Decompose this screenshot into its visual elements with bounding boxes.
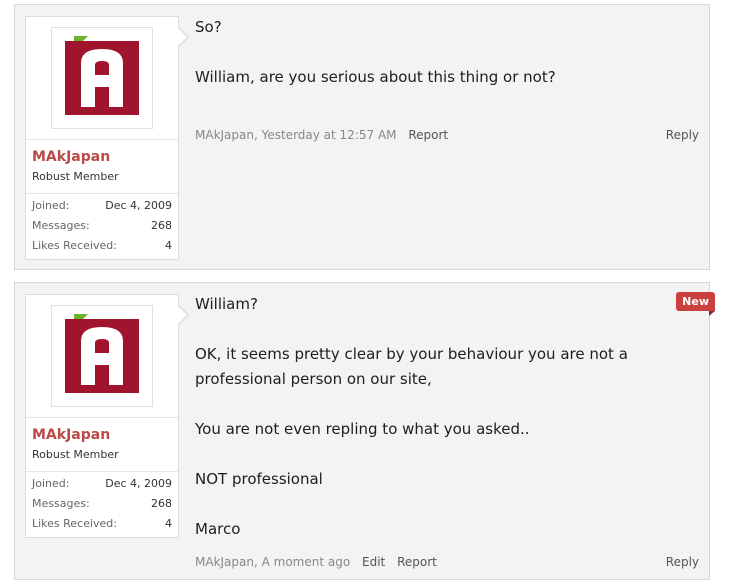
message-line: You are not even repling to what you ask… [195, 420, 530, 438]
stat-likes: Likes Received: 4 [32, 239, 172, 252]
message-body: William? OK, it seems pretty clear by yo… [195, 292, 699, 542]
message-line: professional person on our site, [195, 370, 432, 388]
user-info-card: MAkJapan Robust Member Joined: Dec 4, 200… [25, 16, 189, 260]
user-info-card: MAkJapan Robust Member Joined: Dec 4, 200… [25, 294, 189, 538]
username[interactable]: MAkJapan [32, 427, 110, 443]
avatar[interactable] [51, 305, 153, 407]
message-post: MAkJapan Robust Member Joined: Dec 4, 200… [14, 4, 710, 270]
edit-link[interactable]: Edit [362, 555, 385, 569]
message-line: NOT professional [195, 470, 323, 488]
message-meta: MAkJapan, A moment ago Edit Report [195, 555, 445, 569]
report-link[interactable]: Report [408, 128, 448, 142]
message-meta: MAkJapan, Yesterday at 12:57 AM Report [195, 128, 456, 142]
avatar[interactable] [51, 27, 153, 129]
stat-messages: Messages: 268 [32, 219, 172, 232]
user-title: Robust Member [32, 170, 119, 183]
reply-link[interactable]: Reply [666, 128, 699, 142]
author-date[interactable]: MAkJapan, A moment ago [195, 555, 350, 569]
stat-joined: Joined: Dec 4, 2009 [32, 199, 172, 212]
message-line: So? [195, 18, 222, 36]
author-date[interactable]: MAkJapan, Yesterday at 12:57 AM [195, 128, 397, 142]
username[interactable]: MAkJapan [32, 149, 110, 165]
message-line: William? [195, 295, 258, 313]
reply-link[interactable]: Reply [666, 555, 699, 569]
letter-a-avatar-icon [65, 319, 139, 393]
stat-joined: Joined: Dec 4, 2009 [32, 477, 172, 490]
user-title: Robust Member [32, 448, 119, 461]
message-line: Marco [195, 520, 241, 538]
message-body: So? William, are you serious about this … [195, 15, 699, 90]
message-line: William, are you serious about this thin… [195, 68, 556, 86]
message-line: OK, it seems pretty clear by your behavi… [195, 345, 628, 363]
message-post: New MAkJapan Robust Member Joined: Dec 4,… [14, 282, 715, 580]
letter-a-avatar-icon [65, 41, 139, 115]
stat-likes: Likes Received: 4 [32, 517, 172, 530]
stat-messages: Messages: 268 [32, 497, 172, 510]
report-link[interactable]: Report [397, 555, 437, 569]
